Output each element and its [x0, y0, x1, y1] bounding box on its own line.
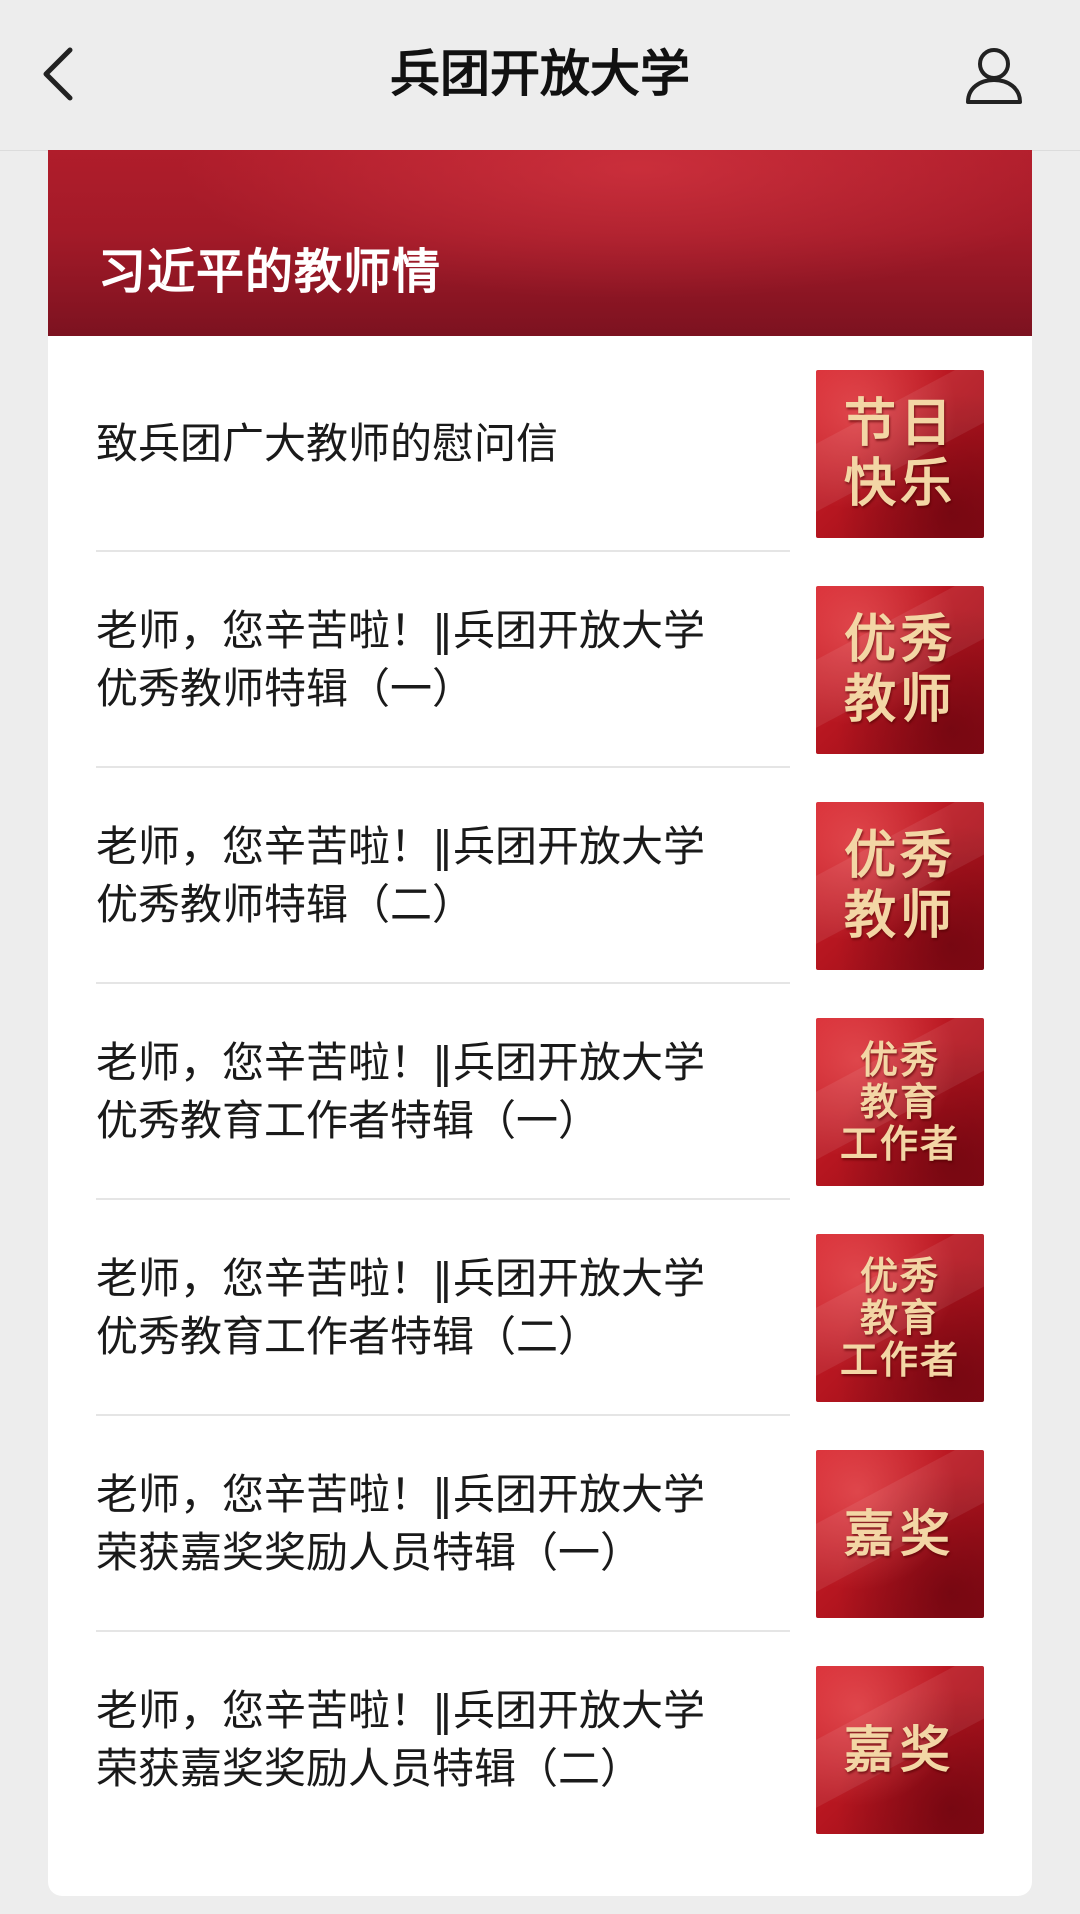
article-item[interactable]: 老师，您辛苦啦！‖兵团开放大学 优秀教育工作者特辑（一） 优秀 教育 工作者 — [48, 984, 1032, 1200]
navigation-bar: 兵团开放大学 — [0, 0, 1080, 151]
article-title: 老师，您辛苦啦！‖兵团开放大学 荣获嘉奖奖励人员特辑（一） — [96, 1416, 756, 1632]
thumbnail-caption: 优秀 教师 — [843, 826, 956, 946]
article-title: 老师，您辛苦啦！‖兵团开放大学 优秀教育工作者特辑（一） — [96, 984, 756, 1200]
article-title-line: 优秀教师特辑（一） — [96, 664, 475, 713]
thumbnail-caption: 节日 快乐 — [843, 394, 956, 514]
thumbnail-caption: 优秀 教育 工作者 — [839, 1038, 960, 1166]
article-thumbnail: 节日 快乐 — [816, 370, 984, 538]
article-item[interactable]: 老师，您辛苦啦！‖兵团开放大学 优秀教育工作者特辑（二） 优秀 教育 工作者 — [48, 1200, 1032, 1416]
thumbnail-caption: 嘉奖 — [844, 1721, 956, 1779]
thumbnail-caption: 优秀 教师 — [843, 610, 956, 730]
article-title: 老师，您辛苦啦！‖兵团开放大学 优秀教育工作者特辑（二） — [96, 1200, 756, 1416]
article-title-line: 老师，您辛苦啦！‖兵团开放大学 — [96, 822, 706, 871]
article-title-line: 优秀教育工作者特辑（二） — [96, 1312, 601, 1361]
article-title-line: 老师，您辛苦啦！‖兵团开放大学 — [96, 1038, 706, 1087]
article-title-line: 老师，您辛苦啦！‖兵团开放大学 — [96, 606, 706, 655]
banner: 习近平的教师情 — [48, 150, 1032, 336]
article-thumbnail: 嘉奖 — [816, 1666, 984, 1834]
article-card: 习近平的教师情 致兵团广大教师的慰问信 节日 快乐 老师，您辛苦啦！‖兵团开放大学优… — [48, 150, 1032, 1896]
article-title: 致兵团广大教师的慰问信 — [96, 336, 756, 552]
article-title-line: 致兵团广大教师的慰问信 — [96, 419, 559, 468]
article-list: 致兵团广大教师的慰问信 节日 快乐 老师，您辛苦啦！‖兵团开放大学 优秀教师特辑（一）… — [48, 336, 1032, 1848]
article-title-line: 老师，您辛苦啦！‖兵团开放大学 — [96, 1470, 706, 1519]
article-thumbnail: 优秀 教育 工作者 — [816, 1018, 984, 1186]
page-title: 兵团开放大学 — [390, 45, 690, 103]
article-title-line: 荣获嘉奖奖励人员特辑（一） — [96, 1528, 643, 1577]
article-title: 老师，您辛苦啦！‖兵团开放大学 优秀教师特辑（一） — [96, 552, 756, 768]
article-title-line: 荣获嘉奖奖励人员特辑（二） — [96, 1744, 643, 1793]
banner-title: 习近平的教师情 — [98, 244, 442, 300]
article-title: 老师，您辛苦啦！‖兵团开放大学 优秀教师特辑（二） — [96, 768, 756, 984]
article-title: 老师，您辛苦啦！‖兵团开放大学 荣获嘉奖奖励人员特辑（二） — [96, 1632, 756, 1848]
article-thumbnail: 嘉奖 — [816, 1450, 984, 1618]
article-title-line: 老师，您辛苦啦！‖兵团开放大学 — [96, 1686, 706, 1735]
article-item[interactable]: 老师，您辛苦啦！‖兵团开放大学 荣获嘉奖奖励人员特辑（一） 嘉奖 — [48, 1416, 1032, 1632]
article-thumbnail: 优秀 教育 工作者 — [816, 1234, 984, 1402]
profile-button[interactable] — [962, 44, 1026, 108]
article-item[interactable]: 老师，您辛苦啦！‖兵团开放大学 荣获嘉奖奖励人员特辑（二） 嘉奖 — [48, 1632, 1032, 1848]
user-icon — [966, 48, 1022, 104]
article-title-line: 优秀教师特辑（二） — [96, 880, 475, 929]
thumbnail-caption: 嘉奖 — [844, 1505, 956, 1563]
article-title-line: 优秀教育工作者特辑（一） — [96, 1096, 601, 1145]
article-thumbnail: 优秀 教师 — [816, 586, 984, 754]
article-item[interactable]: 老师，您辛苦啦！‖兵团开放大学 优秀教师特辑（一） 优秀 教师 — [48, 552, 1032, 768]
article-item[interactable]: 老师，您辛苦啦！‖兵团开放大学 优秀教师特辑（二） 优秀 教师 — [48, 768, 1032, 984]
article-item[interactable]: 致兵团广大教师的慰问信 节日 快乐 — [48, 336, 1032, 552]
article-thumbnail: 优秀 教师 — [816, 802, 984, 970]
article-title-line: 老师，您辛苦啦！‖兵团开放大学 — [96, 1254, 706, 1303]
thumbnail-caption: 优秀 教育 工作者 — [839, 1254, 960, 1382]
